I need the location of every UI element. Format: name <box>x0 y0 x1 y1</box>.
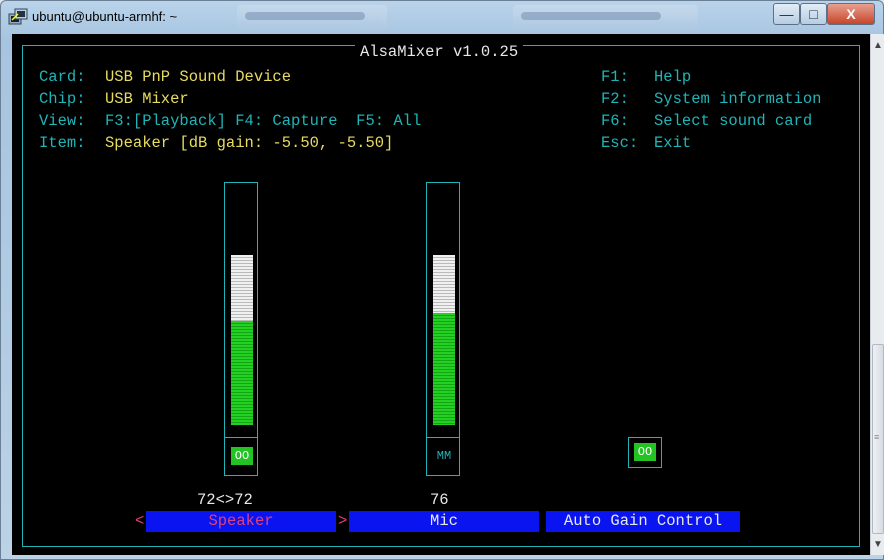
chip-value: USB Mixer <box>105 90 189 108</box>
taskbar-tab-blurred[interactable] <box>513 5 698 30</box>
minimize-button[interactable]: — <box>773 3 800 25</box>
fader-level-white <box>433 255 455 313</box>
help-key: F1: <box>601 68 629 86</box>
help-key: F6: <box>601 112 629 130</box>
info-key: Item: <box>39 134 86 152</box>
agc-switch[interactable]: OO <box>634 443 656 461</box>
putty-icon <box>8 8 28 25</box>
help-key: Esc: <box>601 134 639 152</box>
help-value: System information <box>654 90 822 108</box>
channel-label-auto-gain-control[interactable]: Auto Gain Control <box>546 511 740 532</box>
terminal-window: ubuntu@ubuntu-armhf: ~ — □ X AlsaMixer v… <box>0 0 884 560</box>
scroll-down-icon[interactable]: ▼ <box>873 539 883 550</box>
mic-mute-switch[interactable]: MM <box>433 447 455 465</box>
speaker-mute-switch[interactable]: OO <box>231 447 253 465</box>
info-key: Chip: <box>39 90 86 108</box>
selector-right-arrow: > <box>338 512 348 530</box>
agc-switch-box: OO <box>628 437 662 468</box>
title-bar[interactable]: ubuntu@ubuntu-armhf: ~ — □ X <box>1 1 884 34</box>
fader-level-white <box>231 255 253 321</box>
help-value: Select sound card <box>654 112 813 130</box>
fader-level-green <box>231 321 253 425</box>
scroll-up-icon[interactable]: ▲ <box>873 40 883 51</box>
speaker-value: 72<>72 <box>197 491 253 509</box>
fader-level-green <box>433 313 455 425</box>
info-key: Card: <box>39 68 86 86</box>
help-value: Help <box>654 68 692 86</box>
channel-label-mic[interactable]: Mic <box>349 511 539 532</box>
window-title: ubuntu@ubuntu-armhf: ~ <box>32 9 178 24</box>
scroll-grip-icon: ≡ <box>874 432 880 442</box>
taskbar-tab-blurred[interactable] <box>237 5 387 30</box>
maximize-button[interactable]: □ <box>800 3 827 25</box>
item-value: Speaker [dB gain: -5.50, -5.50] <box>105 134 394 152</box>
mixer-title: AlsaMixer v1.0.25 <box>355 43 524 61</box>
help-value: Exit <box>654 134 692 152</box>
info-key: View: <box>39 112 86 130</box>
speaker-fader[interactable] <box>224 182 258 438</box>
card-value: USB PnP Sound Device <box>105 68 292 86</box>
vertical-scrollbar[interactable]: ▲ ≡ ▼ <box>870 34 884 555</box>
mic-switch-box: MM <box>426 437 460 476</box>
terminal-area[interactable]: AlsaMixer v1.0.25 Card: USB PnP Sound De… <box>12 34 870 555</box>
help-key: F2: <box>601 90 629 108</box>
mic-value: 76 <box>430 491 449 509</box>
view-value: F3:[Playback] F4: Capture F5: All <box>105 112 422 130</box>
selector-left-arrow: < <box>135 512 145 530</box>
speaker-switch-box: OO <box>224 437 258 476</box>
channel-label-speaker[interactable]: Speaker <box>146 511 336 532</box>
close-button[interactable]: X <box>827 3 875 25</box>
mic-fader[interactable] <box>426 182 460 438</box>
